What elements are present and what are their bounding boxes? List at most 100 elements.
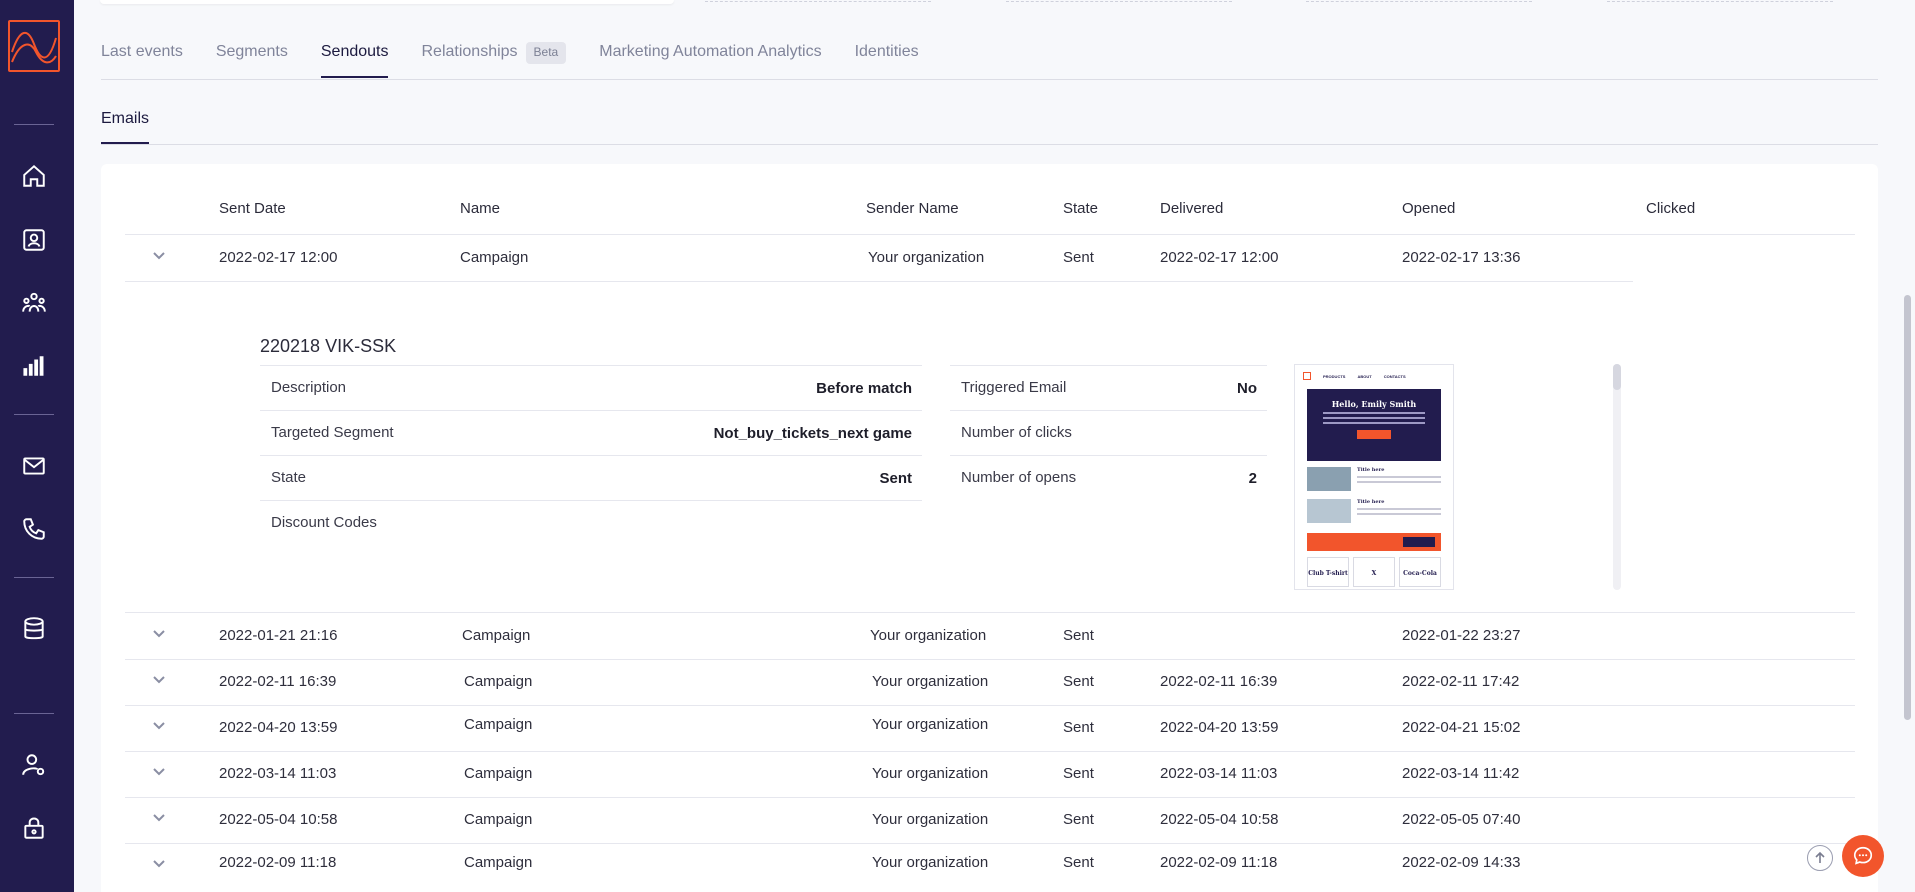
preview-banner xyxy=(1307,533,1441,551)
preview-scrollbar[interactable] xyxy=(1613,364,1621,590)
detail-row-discount-codes: Discount Codes xyxy=(260,500,922,545)
audience-icon[interactable] xyxy=(19,288,49,318)
header-clicked[interactable]: Clicked xyxy=(1646,200,1695,217)
cell-delivered: 2022-02-17 12:00 xyxy=(1160,249,1279,266)
detail-value: 2 xyxy=(1248,470,1257,487)
chat-icon xyxy=(1853,846,1873,865)
chevron-down-icon[interactable] xyxy=(152,627,166,641)
sidebar xyxy=(0,0,74,892)
user-settings-icon[interactable] xyxy=(19,750,49,780)
header-opened[interactable]: Opened xyxy=(1402,200,1455,217)
cell-opened: 2022-02-11 17:42 xyxy=(1402,673,1520,690)
top-card xyxy=(100,0,674,4)
contact-icon[interactable] xyxy=(19,225,49,255)
table-row[interactable]: 2022-02-11 16:39 Campaign Your organizat… xyxy=(125,659,1855,705)
cell-sent-date: 2022-05-04 10:58 xyxy=(219,811,338,828)
cell-sent-date: 2022-02-17 12:00 xyxy=(219,249,338,266)
cell-state: Sent xyxy=(1063,811,1094,828)
detail-value: No xyxy=(1237,380,1257,397)
cell-sender: Your organization xyxy=(872,765,989,782)
tab-relationships[interactable]: Relationships Beta xyxy=(421,40,567,78)
table-row[interactable]: 2022-04-20 13:59 Campaign Your organizat… xyxy=(125,705,1855,751)
cell-sent-date: 2022-03-14 11:03 xyxy=(219,765,337,782)
scroll-to-top-button[interactable] xyxy=(1807,845,1833,871)
header-sender-name[interactable]: Sender Name xyxy=(866,200,959,217)
tab-marketing-automation-analytics[interactable]: Marketing Automation Analytics xyxy=(599,40,821,78)
top-card xyxy=(1006,0,1232,2)
preview-item: Title here xyxy=(1307,499,1441,525)
preview-card: Club T-shirt xyxy=(1307,557,1349,587)
sidebar-divider xyxy=(14,577,54,578)
home-icon[interactable] xyxy=(19,161,49,191)
detail-key: Discount Codes xyxy=(271,514,377,531)
cell-name: Campaign xyxy=(460,249,529,266)
detail-key: State xyxy=(271,469,307,486)
tab-last-events[interactable]: Last events xyxy=(101,40,183,78)
header-sent-date[interactable]: Sent Date xyxy=(219,200,286,217)
table-row[interactable]: 2022-02-09 11:18 Campaign Your organizat… xyxy=(125,843,1855,889)
tab-sendouts[interactable]: Sendouts xyxy=(320,40,389,78)
cell-name: Campaign xyxy=(462,627,531,644)
cell-sent-date: 2022-01-21 21:16 xyxy=(219,627,338,644)
preview-hero: Hello, Emily Smith xyxy=(1307,389,1441,461)
table-row[interactable]: 2022-01-21 21:16 Campaign Your organizat… xyxy=(125,613,1855,659)
sidebar-divider xyxy=(14,713,54,714)
email-icon[interactable] xyxy=(19,451,49,481)
preview-logo xyxy=(1303,372,1311,380)
preview-scroll-thumb[interactable] xyxy=(1613,364,1621,390)
preview-cards: Club T-shirt X Coca-Cola xyxy=(1307,557,1441,587)
preview-nav-item: ABOUT xyxy=(1357,373,1372,379)
detail-value: Before match xyxy=(816,380,912,397)
cell-sent-date: 2022-02-11 16:39 xyxy=(219,673,337,690)
preview-card: X xyxy=(1353,557,1395,587)
cell-name: Campaign xyxy=(464,765,533,782)
page-scrollbar[interactable] xyxy=(1904,295,1911,720)
detail-row-number-of-clicks: Number of clicks xyxy=(950,410,1267,455)
header-delivered[interactable]: Delivered xyxy=(1160,200,1223,217)
chevron-down-icon[interactable] xyxy=(152,673,166,687)
tab-segments[interactable]: Segments xyxy=(216,40,288,78)
lock-icon[interactable] xyxy=(19,813,49,843)
chevron-down-icon[interactable] xyxy=(152,765,166,779)
table-row[interactable]: 2022-05-04 10:58 Campaign Your organizat… xyxy=(125,797,1855,843)
table-row[interactable]: 2022-03-14 11:03 Campaign Your organizat… xyxy=(125,751,1855,797)
sidebar-divider xyxy=(14,124,54,125)
email-preview[interactable]: PRODUCTS ABOUT CONTACTS Hello, Emily Smi… xyxy=(1294,364,1454,590)
database-icon[interactable] xyxy=(19,614,49,644)
cell-sent-date: 2022-02-09 11:18 xyxy=(219,854,337,871)
analytics-icon[interactable] xyxy=(19,351,49,381)
chevron-down-icon[interactable] xyxy=(152,249,166,263)
tabs-divider xyxy=(101,79,1878,80)
preview-hero-button xyxy=(1357,430,1391,439)
header-name[interactable]: Name xyxy=(460,200,500,217)
chevron-down-icon[interactable] xyxy=(152,857,166,871)
cell-state: Sent xyxy=(1063,627,1094,644)
chevron-down-icon[interactable] xyxy=(152,719,166,733)
detail-key: Triggered Email xyxy=(961,379,1067,396)
cell-opened: 2022-05-05 07:40 xyxy=(1402,811,1521,828)
tabs: Last events Segments Sendouts Relationsh… xyxy=(101,40,952,80)
subtab-emails[interactable]: Emails xyxy=(101,110,150,144)
phone-icon[interactable] xyxy=(19,514,49,544)
cell-state: Sent xyxy=(1063,854,1094,871)
table-row[interactable]: 2022-02-17 12:00 Campaign Your organizat… xyxy=(125,235,1855,281)
arrow-up-icon xyxy=(1815,851,1825,863)
cell-delivered: 2022-03-14 11:03 xyxy=(1160,765,1278,782)
chevron-down-icon[interactable] xyxy=(152,811,166,825)
detail-key: Description xyxy=(271,379,347,396)
logo-icon[interactable] xyxy=(8,20,60,72)
cell-sender: Your organization xyxy=(870,627,987,644)
preview-item-title: Title here xyxy=(1357,499,1385,505)
chat-button[interactable] xyxy=(1842,835,1884,877)
cell-opened: 2022-02-09 14:33 xyxy=(1402,854,1521,871)
tab-label: Identities xyxy=(854,43,919,60)
detail-row-description: Description Before match xyxy=(260,365,922,410)
cell-sender: Your organization xyxy=(872,673,989,690)
cell-delivered: 2022-04-20 13:59 xyxy=(1160,719,1279,736)
beta-badge: Beta xyxy=(525,42,567,64)
tab-label: Segments xyxy=(215,43,288,60)
tab-identities[interactable]: Identities xyxy=(855,40,919,78)
top-card xyxy=(1306,0,1532,2)
header-state[interactable]: State xyxy=(1063,200,1098,217)
detail-row-triggered-email: Triggered Email No xyxy=(950,365,1267,410)
